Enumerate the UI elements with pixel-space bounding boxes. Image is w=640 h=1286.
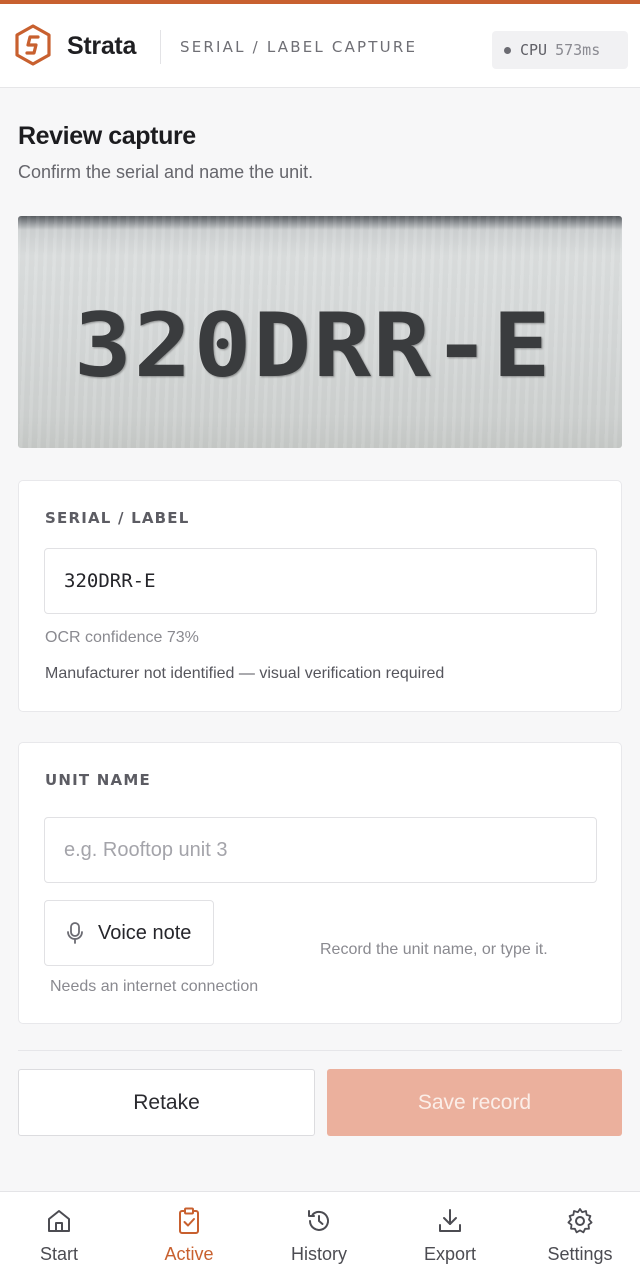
voice-note-button[interactable]: Voice note — [44, 900, 214, 966]
nav-item-settings[interactable]: Settings — [516, 1192, 640, 1286]
retake-button[interactable]: Retake — [18, 1069, 315, 1136]
gear-icon — [567, 1208, 593, 1234]
nav-item-start[interactable]: Start — [0, 1192, 123, 1286]
bottom-nav: Start Active History Export Settings — [0, 1191, 640, 1286]
section-divider — [18, 1050, 622, 1051]
save-record-button[interactable]: Save record — [327, 1069, 622, 1136]
captured-label-image: 320DRR-E — [18, 216, 622, 448]
page-subtitle: Confirm the serial and name the unit. — [18, 162, 314, 182]
unit-name-field — [44, 817, 597, 883]
voice-hint: Record the unit name, or type it. — [320, 941, 548, 958]
page-title: Review capture — [18, 122, 196, 150]
home-icon — [48, 1210, 70, 1232]
nav-item-active[interactable]: Active — [125, 1192, 253, 1286]
voice-note-label: Voice note — [98, 921, 192, 944]
nav-item-export[interactable]: Export — [386, 1192, 514, 1286]
unit-name-heading: UNIT NAME — [45, 771, 151, 789]
serial-card: SERIAL / LABEL 320DRR-E OCR confidence 7… — [18, 480, 622, 712]
serial-label-heading: SERIAL / LABEL — [45, 509, 190, 527]
cpu-badge: CPU 573ms — [492, 31, 628, 69]
strata-logo-icon — [15, 24, 51, 66]
download-icon — [439, 1209, 461, 1232]
serial-input[interactable]: 320DRR-E — [44, 548, 597, 614]
nav-label-history: History — [290, 1244, 347, 1264]
app-header: Strata SERIAL / LABEL CAPTURE CPU 573ms — [0, 4, 640, 88]
nav-label-export: Export — [423, 1244, 477, 1264]
clipboard-check-icon — [179, 1207, 199, 1234]
manufacturer-note: Manufacturer not identified — visual ver… — [45, 665, 445, 682]
breadcrumb: SERIAL / LABEL CAPTURE — [180, 38, 418, 56]
microphone-icon — [67, 922, 83, 944]
history-icon — [308, 1210, 329, 1231]
unit-name-card: UNIT NAME Voice note Record the unit nam… — [18, 742, 622, 1024]
unit-name-input[interactable] — [64, 838, 596, 862]
cpu-label: CPU — [520, 41, 548, 59]
voice-requirement: Needs an internet connection — [50, 978, 259, 995]
nav-label-settings: Settings — [547, 1244, 613, 1264]
nav-label-active: Active — [164, 1244, 214, 1264]
nav-item-history[interactable]: History — [255, 1192, 383, 1286]
brand-name: Strata — [67, 32, 137, 60]
ocr-confidence: OCR confidence 73% — [45, 629, 199, 646]
status-dot-icon — [504, 46, 511, 54]
captured-label-text: 320DRR-E — [74, 294, 553, 398]
cpu-value: 573ms — [555, 41, 601, 59]
nav-label-start: Start — [39, 1244, 78, 1264]
header-divider — [160, 30, 161, 64]
